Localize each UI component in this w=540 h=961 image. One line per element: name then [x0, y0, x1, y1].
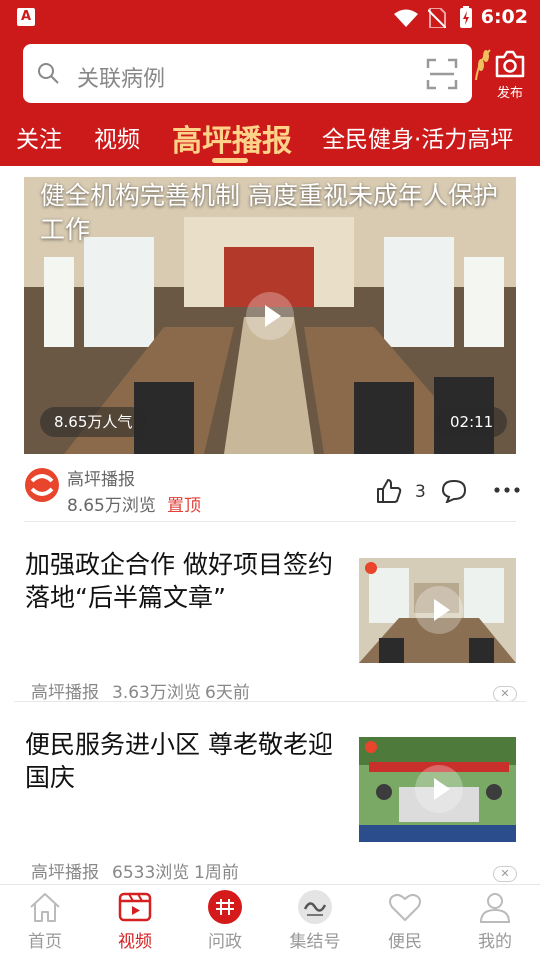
- tab-follow[interactable]: 关注: [16, 120, 62, 154]
- publish-label: 发布: [496, 86, 523, 101]
- bottom-navigation: 首页 视频 问政 集结号 便民 我的: [0, 884, 540, 961]
- popularity-badge: 8.65万人气: [40, 407, 147, 437]
- top-header: A 6:02 关联病例 发布 关注 视频 高坪播报 全民健身·活力高坪: [0, 0, 540, 166]
- heart-icon: [389, 893, 421, 921]
- battery-charging-icon: [460, 6, 472, 28]
- like-count: 3: [415, 482, 426, 502]
- home-icon: [30, 893, 60, 922]
- tab-fitness[interactable]: 全民健身·活力高坪: [322, 120, 513, 154]
- tab-gaoping-broadcast[interactable]: 高坪播报: [172, 116, 292, 160]
- item-views: 6533浏览: [112, 863, 190, 883]
- active-tab-indicator: [212, 158, 248, 163]
- user-icon: [479, 893, 511, 923]
- assembly-logo-icon: [298, 890, 332, 924]
- nav-convenience[interactable]: 便民: [360, 885, 450, 961]
- nav-label: 集结号: [289, 932, 341, 952]
- clock: 6:02: [480, 6, 528, 28]
- item-thumbnail: [359, 737, 516, 842]
- item-title: 便民服务进小区 尊老敬老迎国庆: [25, 730, 333, 792]
- nav-label: 我的: [478, 932, 512, 952]
- nav-label: 便民: [388, 932, 422, 952]
- app-notification-icon: A: [17, 8, 35, 26]
- scan-icon[interactable]: [426, 58, 458, 90]
- nav-video[interactable]: 视频: [90, 885, 180, 961]
- play-icon[interactable]: [246, 292, 294, 340]
- item-views: 3.63万浏览: [112, 683, 201, 703]
- publish-button[interactable]: 发布: [475, 46, 536, 102]
- no-sim-icon: [428, 8, 446, 28]
- duration-badge: 02:11: [436, 407, 508, 437]
- item-source: 高坪播报: [31, 863, 99, 883]
- play-icon[interactable]: [415, 765, 463, 813]
- item-time: 1周前: [194, 863, 239, 883]
- featured-video[interactable]: 健全机构完善机制 高度重视未成年人保护工作 8.65万人气 02:11: [24, 177, 516, 454]
- tab-video[interactable]: 视频: [94, 120, 140, 154]
- featured-views: 8.65万浏览: [67, 496, 156, 516]
- search-input[interactable]: 关联病例: [77, 61, 165, 93]
- nav-inquiry[interactable]: 问政: [180, 885, 270, 961]
- source-logo-icon: [25, 468, 59, 502]
- featured-source: 高坪播报: [67, 470, 135, 490]
- item-time: 6天前: [205, 683, 250, 703]
- more-options-icon[interactable]: [494, 486, 520, 494]
- channel-tabs: 关注 视频 高坪播报 全民健身·活力高坪: [0, 112, 540, 166]
- nav-profile[interactable]: 我的: [450, 885, 540, 961]
- close-icon[interactable]: ✕: [493, 686, 517, 702]
- comment-icon[interactable]: [441, 479, 467, 503]
- like-icon[interactable]: [376, 478, 402, 504]
- search-bar[interactable]: 关联病例: [23, 44, 472, 103]
- inquiry-logo-icon: [208, 890, 242, 924]
- list-item[interactable]: 加强政企合作 做好项目签约落地“后半篇文章” 高坪播报 3.63万浏览 6天前 …: [0, 522, 540, 703]
- featured-title: 健全机构完善机制 高度重视未成年人保护工作: [40, 181, 498, 244]
- nav-assembly[interactable]: 集结号: [270, 885, 360, 961]
- list-item[interactable]: 便民服务进小区 尊老敬老迎国庆 高坪播报 6533浏览 1周前 ✕: [0, 702, 540, 883]
- close-icon[interactable]: ✕: [493, 866, 517, 882]
- nav-label: 首页: [28, 932, 62, 952]
- camera-icon: [495, 50, 525, 78]
- video-icon: [118, 892, 152, 922]
- wifi-icon: [394, 9, 418, 27]
- item-source: 高坪播报: [31, 683, 99, 703]
- item-title: 加强政企合作 做好项目签约落地“后半篇文章”: [25, 550, 333, 612]
- status-bar: A 6:02: [0, 0, 540, 36]
- search-icon: [38, 63, 59, 84]
- wheat-decoration-icon: [475, 49, 491, 81]
- nav-label: 问政: [208, 932, 242, 952]
- pinned-badge: 置顶: [167, 496, 201, 516]
- nav-label: 视频: [118, 932, 152, 952]
- nav-home[interactable]: 首页: [0, 885, 90, 961]
- play-icon[interactable]: [415, 586, 463, 634]
- item-thumbnail: [359, 558, 516, 663]
